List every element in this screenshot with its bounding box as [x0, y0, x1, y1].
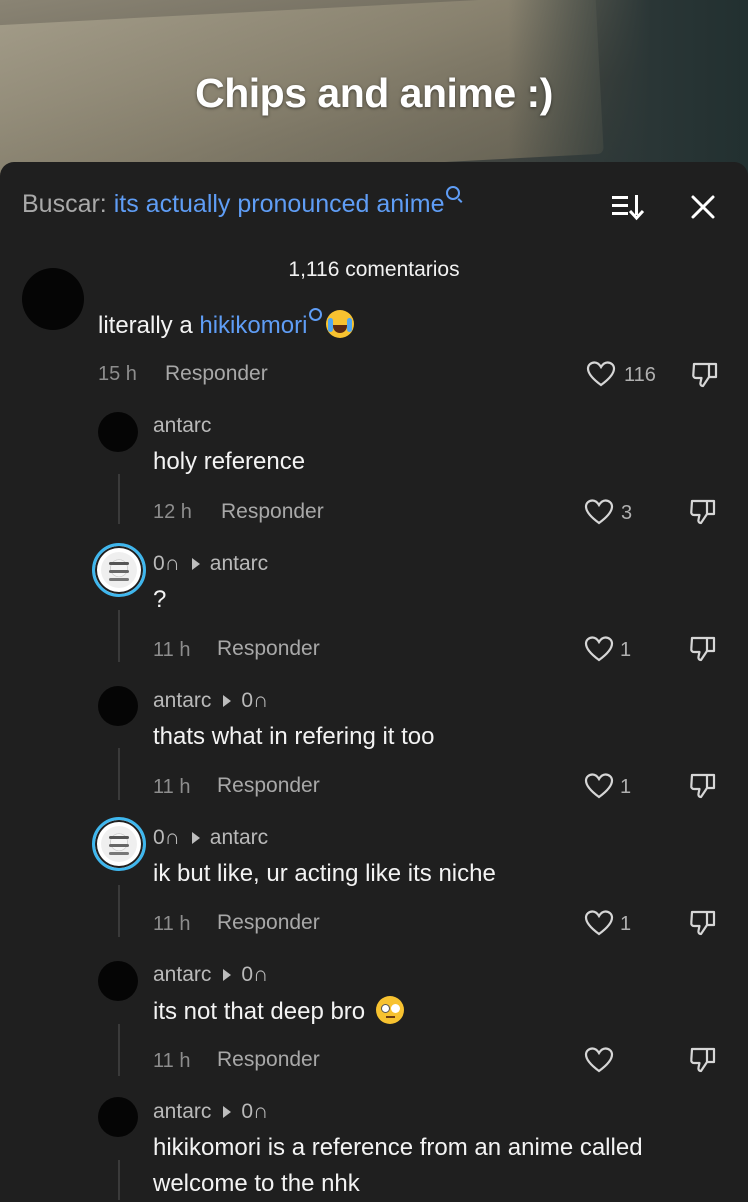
dislike-icon[interactable]	[688, 634, 718, 664]
dislike-icon[interactable]	[688, 1045, 718, 1075]
reply-arrow-icon	[223, 695, 232, 707]
like-count: 116	[624, 364, 656, 386]
comment-username[interactable]: antarc	[153, 414, 211, 438]
video-caption: Chips and anime :)	[195, 70, 553, 116]
like-count: 3	[621, 502, 633, 524]
avatar[interactable]	[98, 1097, 138, 1137]
heart-icon[interactable]	[584, 635, 614, 663]
comment-username[interactable]: antarc 0∩	[153, 963, 268, 987]
avatar-image	[101, 552, 137, 588]
avatar[interactable]	[98, 686, 138, 726]
dislike-icon[interactable]	[688, 908, 718, 938]
comment-search-link[interactable]: hikikomori	[199, 312, 307, 339]
comment-time: 11 h	[153, 776, 191, 798]
reply-button[interactable]: Responder	[217, 637, 320, 661]
avatar-image	[101, 826, 137, 862]
reply-button[interactable]: Responder	[217, 774, 320, 798]
comment-time: 11 h	[153, 1050, 191, 1072]
dislike-icon[interactable]	[688, 497, 718, 527]
heart-icon[interactable]	[584, 498, 614, 526]
thread-line	[118, 474, 120, 524]
flushed-emoji-icon	[375, 996, 404, 1024]
reply-button[interactable]: Responder	[165, 362, 268, 386]
comment-text: literally a hikikomori	[98, 308, 355, 344]
crying-emoji-icon	[326, 310, 355, 338]
avatar[interactable]	[98, 961, 138, 1001]
avatar[interactable]	[22, 268, 84, 330]
avatar[interactable]	[98, 412, 138, 452]
reply-arrow-icon	[223, 1106, 232, 1118]
thread-line	[118, 1024, 120, 1076]
dislike-icon[interactable]	[688, 771, 718, 801]
avatar[interactable]	[92, 817, 146, 871]
sort-icon[interactable]	[606, 192, 646, 222]
close-icon[interactable]	[686, 190, 720, 224]
comment-text: its not that deep bro	[153, 994, 404, 1030]
comment-time: 11 h	[153, 639, 191, 661]
search-icon	[446, 186, 461, 200]
like-count: 1	[620, 913, 632, 935]
heart-icon[interactable]	[586, 360, 616, 388]
reply-button[interactable]: Responder	[217, 911, 320, 935]
dislike-icon[interactable]	[690, 360, 720, 390]
reply-button[interactable]: Responder	[217, 1048, 320, 1072]
comment-text: thats what in refering it too	[153, 723, 435, 750]
comment-time: 11 h	[153, 913, 191, 935]
reply-arrow-icon	[191, 558, 200, 570]
comment-text: ik but like, ur acting like its niche	[153, 860, 496, 887]
heart-icon[interactable]	[584, 1046, 614, 1074]
comments-count: 1,116 comentarios	[288, 258, 460, 281]
thread-line	[118, 885, 120, 937]
search-query-link[interactable]: its actually pronounced anime	[114, 190, 445, 218]
comment-text: holy reference	[153, 448, 306, 475]
search-label: Buscar:	[22, 190, 107, 218]
heart-icon[interactable]	[584, 772, 614, 800]
avatar[interactable]	[92, 543, 146, 597]
comment-time: 12 h	[153, 501, 192, 523]
thread-line	[118, 610, 120, 662]
comment-text: ?	[153, 586, 167, 613]
reply-button[interactable]: Responder	[221, 500, 324, 524]
search-icon	[309, 308, 323, 321]
heart-icon[interactable]	[584, 909, 614, 937]
thread-line	[118, 1160, 120, 1200]
search-bar[interactable]: Buscar: its actually pronounced anime	[22, 186, 461, 219]
comment-text: hikikomori is a reference from an anime …	[153, 1134, 643, 1197]
comment-username[interactable]: 0∩ antarc	[153, 826, 268, 850]
comment-time: 15 h	[98, 363, 137, 385]
reply-arrow-icon	[191, 832, 200, 844]
like-count: 1	[620, 776, 632, 798]
reply-arrow-icon	[223, 969, 232, 981]
comment-username[interactable]: antarc 0∩	[153, 1100, 268, 1124]
comment-username[interactable]: antarc 0∩	[153, 689, 268, 713]
thread-line	[118, 748, 120, 800]
like-count: 1	[620, 639, 632, 661]
comment-username[interactable]: 0∩ antarc	[153, 552, 268, 576]
